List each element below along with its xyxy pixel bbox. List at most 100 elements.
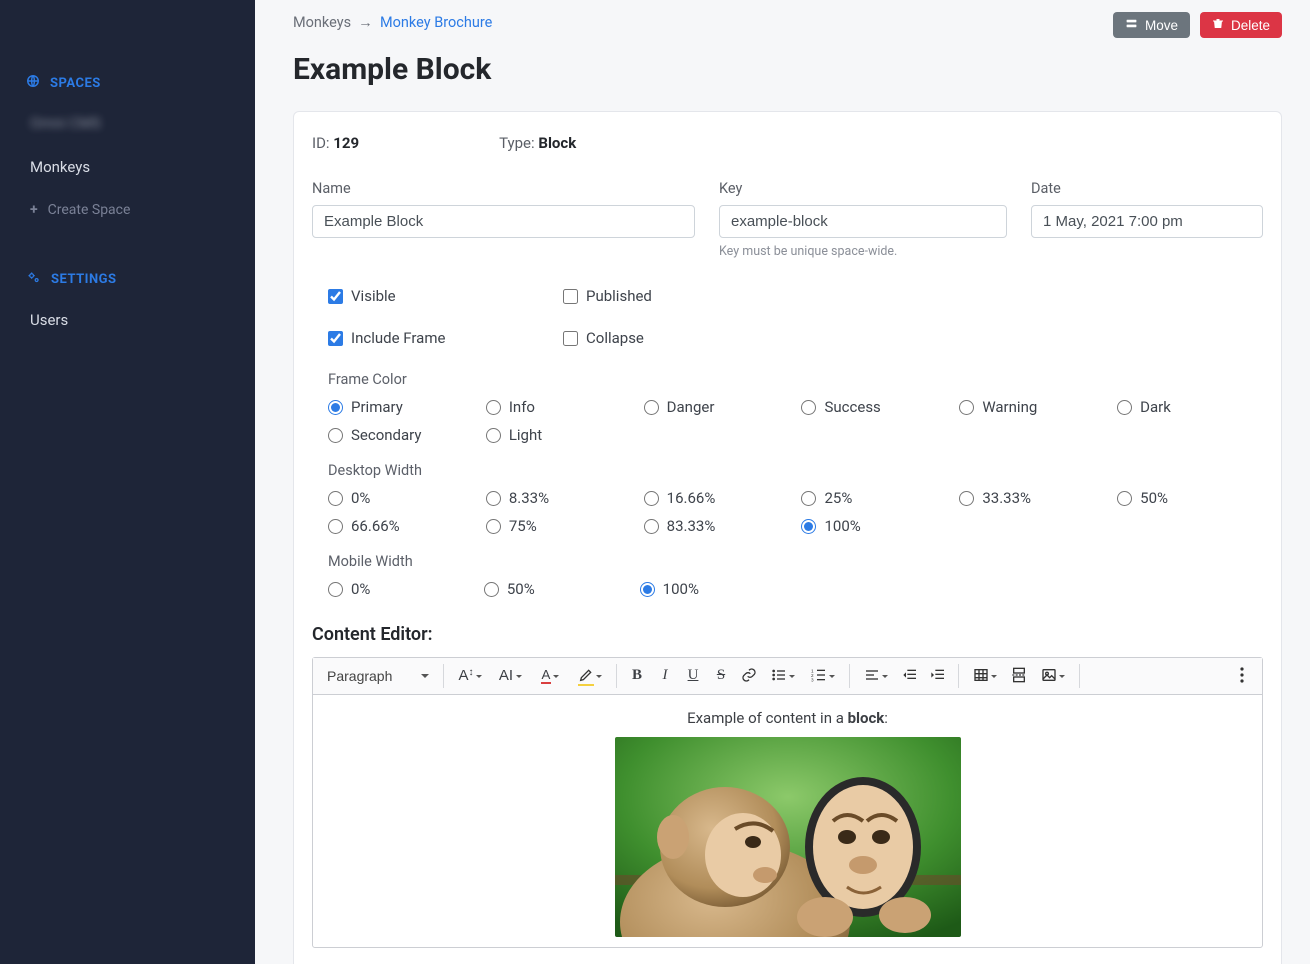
highlight-icon: [578, 667, 594, 686]
mobile-width-group: 0% 50% 100%: [328, 580, 1263, 598]
trash-icon: [1212, 17, 1224, 33]
delete-button[interactable]: Delete: [1200, 12, 1282, 38]
pagebreak-button[interactable]: [1005, 662, 1033, 690]
desktop-width-33[interactable]: 33.33%: [959, 489, 1105, 507]
outdent-icon: [902, 667, 918, 686]
mobile-width-100[interactable]: 100%: [640, 580, 796, 598]
font-family-button[interactable]: AI: [490, 662, 530, 690]
italic-button[interactable]: I: [651, 662, 679, 690]
textcolor-icon: A: [541, 668, 552, 683]
breadcrumb-root[interactable]: Monkeys: [293, 14, 351, 31]
globe-icon: [26, 74, 40, 92]
outdent-button[interactable]: [896, 662, 924, 690]
desktop-width-8[interactable]: 8.33%: [486, 489, 632, 507]
font-size-button[interactable]: A↕: [450, 662, 490, 690]
key-hint: Key must be unique space-wide.: [719, 244, 1007, 259]
link-button[interactable]: [735, 662, 763, 690]
desktop-width-75[interactable]: 75%: [486, 517, 632, 535]
move-button[interactable]: Move: [1113, 12, 1190, 38]
published-checkbox[interactable]: Published: [563, 287, 683, 305]
underline-button[interactable]: U: [679, 662, 707, 690]
editor-toolbar: Paragraph A↕ AI A: [313, 658, 1262, 695]
include-frame-checkbox[interactable]: Include Frame: [328, 329, 448, 347]
form-card: ID: 129 Type: Block Name Key Key must be…: [293, 111, 1282, 964]
sidebar-settings-label: SETTINGS: [51, 272, 117, 287]
desktop-width-50[interactable]: 50%: [1117, 489, 1263, 507]
sidebar: SPACES Omni CMS Monkeys Create Space SET…: [0, 0, 255, 964]
highlight-button[interactable]: [570, 662, 610, 690]
indent-button[interactable]: [924, 662, 952, 690]
frame-color-light[interactable]: Light: [486, 426, 632, 444]
frame-color-label: Frame Color: [328, 371, 1263, 388]
breadcrumb-current[interactable]: Monkey Brochure: [380, 14, 492, 31]
collapse-checkbox[interactable]: Collapse: [563, 329, 683, 347]
editor-body[interactable]: Example of content in a block:: [313, 695, 1262, 947]
mobile-width-0[interactable]: 0%: [328, 580, 484, 598]
desktop-width-label: Desktop Width: [328, 462, 1263, 479]
desktop-width-25[interactable]: 25%: [801, 489, 947, 507]
desktop-width-0[interactable]: 0%: [328, 489, 474, 507]
editor-sample-text: Example of content in a block:: [331, 709, 1244, 727]
separator-icon: [849, 664, 850, 688]
more-button[interactable]: [1228, 662, 1256, 690]
desktop-width-66[interactable]: 66.66%: [328, 517, 474, 535]
breadcrumb-arrow: →: [358, 14, 373, 31]
image-icon: [1041, 667, 1057, 686]
separator-icon: [958, 664, 959, 688]
date-input[interactable]: [1031, 205, 1263, 238]
key-input[interactable]: [719, 205, 1007, 238]
fontfamily-icon: AI: [498, 668, 514, 684]
bold-button[interactable]: B: [623, 662, 651, 690]
mobile-width-label: Mobile Width: [328, 553, 1263, 570]
separator-icon: [443, 664, 444, 688]
desktop-width-83[interactable]: 83.33%: [644, 517, 790, 535]
link-icon: [741, 667, 757, 686]
frame-color-danger[interactable]: Danger: [644, 398, 790, 416]
desktop-width-16[interactable]: 16.66%: [644, 489, 790, 507]
frame-color-info[interactable]: Info: [486, 398, 632, 416]
frame-color-dark[interactable]: Dark: [1117, 398, 1263, 416]
sidebar-spaces-header: SPACES: [0, 62, 255, 104]
svg-text:3: 3: [811, 677, 814, 682]
strikethrough-button[interactable]: S: [707, 662, 735, 690]
underline-icon: U: [685, 668, 701, 684]
strike-icon: S: [713, 668, 729, 684]
desktop-width-100[interactable]: 100%: [801, 517, 947, 535]
sidebar-spaces-label: SPACES: [50, 76, 101, 91]
more-icon: [1234, 667, 1250, 686]
move-icon: [1125, 17, 1138, 33]
main-content: Monkeys → Monkey Brochure Move Delete: [255, 0, 1310, 964]
meta-id: ID: 129: [312, 134, 359, 152]
image-button[interactable]: [1033, 662, 1073, 690]
key-label: Key: [719, 180, 1007, 197]
mobile-width-50[interactable]: 50%: [484, 580, 640, 598]
separator-icon: [1079, 664, 1080, 688]
sidebar-item-blurred[interactable]: Omni CMS: [0, 104, 255, 142]
content-editor: Paragraph A↕ AI A: [312, 657, 1263, 948]
indent-icon: [930, 667, 946, 686]
visible-checkbox[interactable]: Visible: [328, 287, 448, 305]
content-editor-heading: Content Editor:: [312, 624, 1263, 645]
pagebreak-icon: [1011, 667, 1027, 686]
frame-color-group: Primary Info Danger Success Warning Dark…: [328, 398, 1263, 444]
breadcrumb: Monkeys → Monkey Brochure: [293, 12, 492, 31]
meta-type: Type: Block: [499, 134, 576, 152]
sidebar-item-create-space[interactable]: Create Space: [0, 192, 255, 228]
date-label: Date: [1031, 180, 1263, 197]
text-color-button[interactable]: A: [530, 662, 570, 690]
sidebar-item-monkeys[interactable]: Monkeys: [0, 148, 255, 186]
numbered-list-button[interactable]: 123: [803, 662, 843, 690]
italic-icon: I: [657, 668, 673, 684]
paragraph-style-select[interactable]: Paragraph: [319, 662, 437, 690]
table-button[interactable]: [965, 662, 1005, 690]
bullet-list-button[interactable]: [763, 662, 803, 690]
frame-color-success[interactable]: Success: [801, 398, 947, 416]
frame-color-secondary[interactable]: Secondary: [328, 426, 474, 444]
editor-sample-image[interactable]: [615, 737, 961, 937]
name-label: Name: [312, 180, 695, 197]
align-button[interactable]: [856, 662, 896, 690]
sidebar-item-users[interactable]: Users: [0, 301, 255, 339]
name-input[interactable]: [312, 205, 695, 238]
frame-color-primary[interactable]: Primary: [328, 398, 474, 416]
frame-color-warning[interactable]: Warning: [959, 398, 1105, 416]
